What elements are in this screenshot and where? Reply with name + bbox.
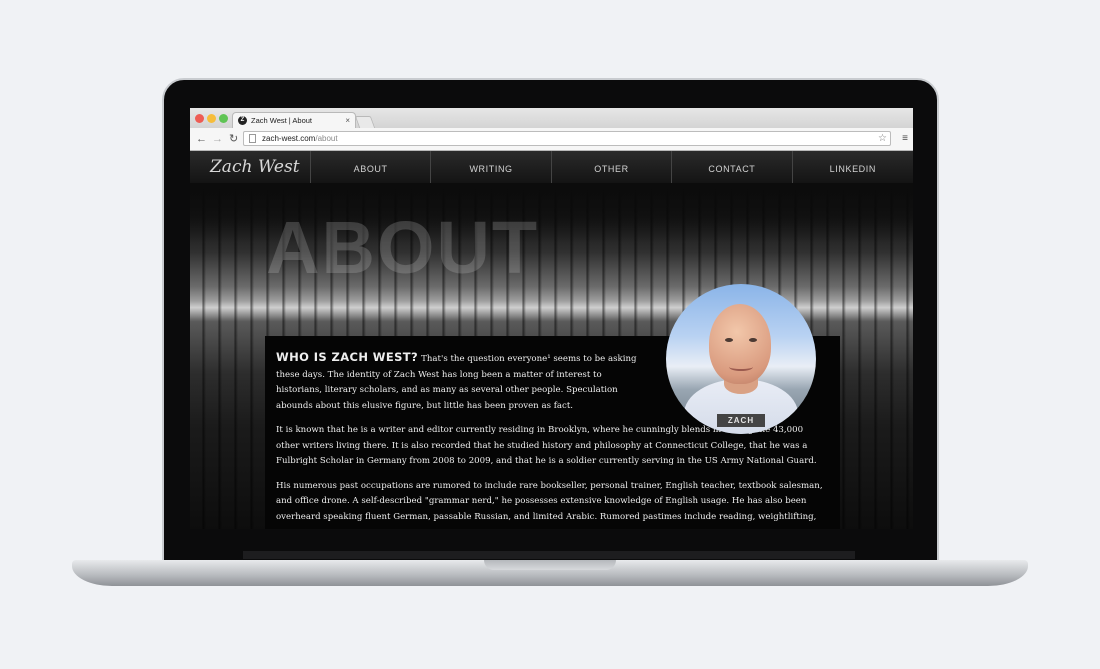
laptop-hinge — [243, 551, 855, 559]
profile-photo — [666, 284, 816, 434]
nav-item-about[interactable]: ABOUT — [311, 151, 432, 183]
page-title: ABOUT — [266, 206, 540, 289]
tab-title: Zach West | About — [251, 116, 313, 125]
nav-item-contact[interactable]: CONTACT — [672, 151, 793, 183]
page-icon — [249, 134, 256, 143]
new-tab-button[interactable] — [354, 116, 376, 128]
laptop-notch — [484, 560, 616, 570]
url-path: /about — [315, 134, 338, 143]
nav-item-linkedin[interactable]: LINKEDIN — [793, 151, 913, 183]
nav-item-writing[interactable]: WRITING — [431, 151, 552, 183]
website: Zach West ABOUT WRITING OTHER CONTACT LI… — [190, 151, 913, 529]
profile-name-tag: ZACH — [717, 414, 765, 427]
laptop-screen: Z Zach West | About × ← → ↻ zach-west.co… — [190, 108, 913, 529]
back-arrow-icon[interactable]: ← — [196, 132, 207, 146]
avatar-mouth — [729, 363, 753, 371]
lead-heading: WHO IS ZACH WEST? — [276, 350, 419, 364]
site-navigation: Zach West ABOUT WRITING OTHER CONTACT LI… — [190, 151, 913, 183]
tab-close-icon[interactable]: × — [345, 113, 350, 129]
avatar-eye — [749, 338, 757, 342]
paragraph-intro: WHO IS ZACH WEST? That's the question eve… — [276, 350, 644, 414]
url-host: zach-west.com — [262, 134, 316, 143]
browser-tab[interactable]: Z Zach West | About × — [232, 112, 356, 128]
address-bar[interactable]: zach-west.com/about ☆ — [243, 131, 891, 146]
forward-arrow-icon[interactable]: → — [212, 132, 223, 146]
site-logo[interactable]: Zach West — [190, 151, 311, 183]
browser-tab-strip: Z Zach West | About × — [190, 108, 913, 128]
paragraph-3: His numerous past occupations are rumore… — [276, 480, 823, 522]
zoom-window-button[interactable] — [219, 114, 228, 123]
star-icon[interactable]: ☆ — [878, 132, 887, 145]
site-favicon-icon: Z — [238, 116, 247, 125]
avatar-head — [709, 304, 771, 384]
hero-typewriter-background: ABOUT WHO IS ZACH WEST? That's the questi… — [190, 183, 913, 529]
avatar-eye — [725, 338, 733, 342]
menu-icon[interactable]: ≡ — [902, 132, 908, 146]
reload-icon[interactable]: ↻ — [229, 132, 238, 146]
nav-item-other[interactable]: OTHER — [552, 151, 673, 183]
minimize-window-button[interactable] — [207, 114, 216, 123]
browser-toolbar: ← → ↻ zach-west.com/about ☆ ≡ — [190, 128, 913, 151]
close-window-button[interactable] — [195, 114, 204, 123]
